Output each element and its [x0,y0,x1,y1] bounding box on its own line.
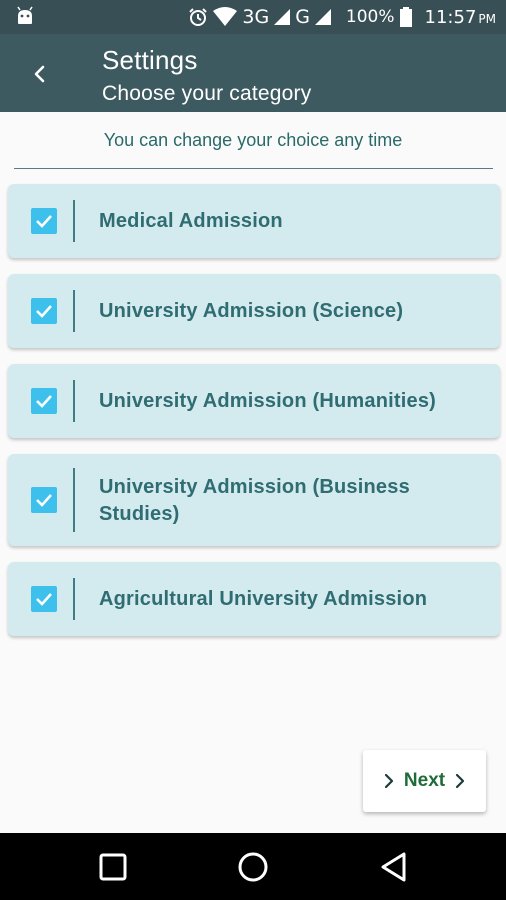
category-label: University Admission (Humanities) [99,390,437,412]
app-bar: Settings Choose your category [0,34,506,112]
separator [73,468,75,532]
check-icon [36,395,52,408]
page-title: Settings [102,45,198,75]
separator [73,578,75,620]
battery-icon [399,7,412,27]
category-item-university-business[interactable]: University Admission (Business Studies) [8,454,500,546]
back-button[interactable] [22,56,58,92]
wifi-icon [213,7,238,26]
back-nav-button[interactable] [378,851,410,883]
clock-suffix: PM [478,12,496,26]
network-3g-label: 3G [242,6,270,28]
chevron-left-icon [34,65,45,83]
next-button[interactable]: Next [363,750,486,812]
category-label: Medical Admission [99,210,283,232]
chevron-right-icon [455,773,465,789]
hint-text: You can change your choice any time [103,130,403,150]
circle-icon [238,852,268,882]
separator [73,200,75,242]
page-subtitle: Choose your category [102,82,312,105]
category-label: University Admission (Science) [99,300,404,322]
checkbox-checked[interactable] [31,208,57,234]
checkbox-checked[interactable] [31,586,57,612]
signal-icon [274,9,291,25]
recents-button[interactable] [97,851,129,883]
alarm-icon [189,8,208,26]
next-button-label: Next [403,770,446,791]
checkbox-checked[interactable] [31,388,57,414]
network-g-label: G [295,6,310,28]
home-button[interactable] [237,851,269,883]
category-item-medical[interactable]: Medical Admission [8,184,500,258]
clock-time: 11:57 [424,6,477,28]
status-icons: 3G G 100% 11:57 PM [188,0,496,34]
status-bar: 3G G 100% 11:57 PM [0,0,506,34]
signal-icon-2 [314,9,331,25]
category-label: Agricultural University Admission [99,588,428,610]
navigation-bar [0,833,506,900]
checkbox-checked[interactable] [31,487,57,513]
triangle-back-icon [381,852,406,882]
chevron-right-icon [384,773,394,789]
divider [14,168,493,169]
square-icon [99,853,127,881]
separator [73,380,75,422]
check-icon [36,593,52,606]
checkbox-checked[interactable] [31,298,57,324]
category-item-agricultural[interactable]: Agricultural University Admission [8,562,500,636]
battery-percent: 100% [345,7,395,27]
android-notification-icon [14,6,36,28]
separator [73,290,75,332]
category-label: University Admission (Business Studies) [99,476,410,525]
check-icon [36,494,52,507]
check-icon [36,305,52,318]
category-item-university-science[interactable]: University Admission (Science) [8,274,500,348]
check-icon [36,215,52,228]
category-item-university-humanities[interactable]: University Admission (Humanities) [8,364,500,438]
